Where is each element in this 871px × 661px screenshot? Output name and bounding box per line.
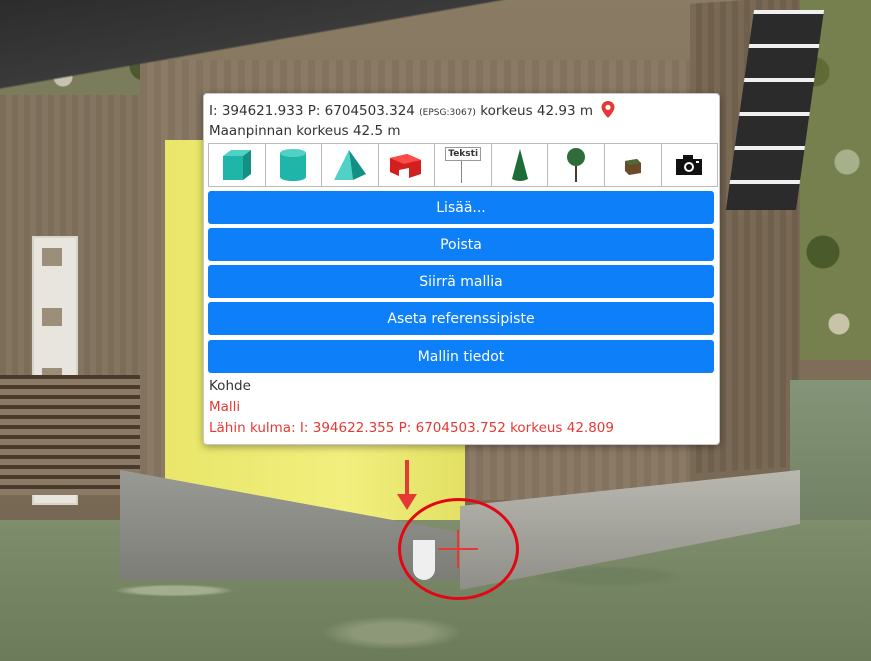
coordinates-line: I: 394621.933 P: 6704503.324 (EPSG:3067)…	[209, 101, 615, 122]
remove-button[interactable]: Poista	[208, 228, 714, 261]
camera-tool[interactable]	[661, 144, 718, 186]
cylinder-icon	[280, 149, 307, 181]
cone-tool[interactable]	[491, 144, 549, 186]
text-tool-stem	[461, 161, 463, 183]
shape-toolbar: Teksti	[208, 143, 718, 187]
move-model-button[interactable]: Siirrä mallia	[208, 265, 714, 298]
cylinder-tool[interactable]	[265, 144, 323, 186]
height-text: korkeus 42.93 m	[480, 103, 593, 119]
nearest-corner-info: Lähin kulma: I: 394622.355 P: 6704503.75…	[209, 420, 614, 436]
epsg-code: (EPSG:3067)	[419, 108, 476, 118]
text-tool[interactable]: Teksti	[435, 144, 492, 186]
pyramid-tool[interactable]	[322, 144, 379, 186]
target-label: Kohde	[209, 378, 251, 394]
block-tool[interactable]	[604, 144, 662, 186]
text-tool-label: Teksti	[445, 147, 482, 161]
set-reference-point-button[interactable]: Aseta referenssipiste	[208, 302, 714, 335]
tree-icon	[567, 148, 586, 182]
cube-tool[interactable]	[209, 144, 266, 186]
model-info-button[interactable]: Mallin tiedot	[208, 340, 714, 373]
terrace-railing	[0, 375, 140, 495]
l-shape-icon	[390, 154, 422, 178]
terrain-block-icon	[624, 159, 641, 175]
coordinates-text: I: 394621.933 P: 6704503.324	[209, 103, 415, 119]
add-button[interactable]: Lisää...	[208, 191, 714, 224]
pyramid-icon	[333, 150, 366, 180]
cube-icon	[222, 150, 251, 180]
ground-height-text: Maanpinnan korkeus 42.5 m	[209, 123, 401, 139]
custom-shape-tool[interactable]	[378, 144, 436, 186]
ground-right	[790, 380, 871, 540]
model-label: Malli	[209, 399, 241, 415]
tree-tool[interactable]	[548, 144, 605, 186]
model-popup-panel: I: 394621.933 P: 6704503.324 (EPSG:3067)…	[203, 93, 720, 445]
location-pin-icon[interactable]	[601, 101, 615, 118]
annotation-arrow-shaft	[405, 460, 409, 496]
camera-icon	[676, 155, 703, 175]
cone-icon	[511, 149, 528, 181]
crosshair-vertical	[457, 530, 459, 568]
annotation-arrow-head	[397, 494, 417, 510]
